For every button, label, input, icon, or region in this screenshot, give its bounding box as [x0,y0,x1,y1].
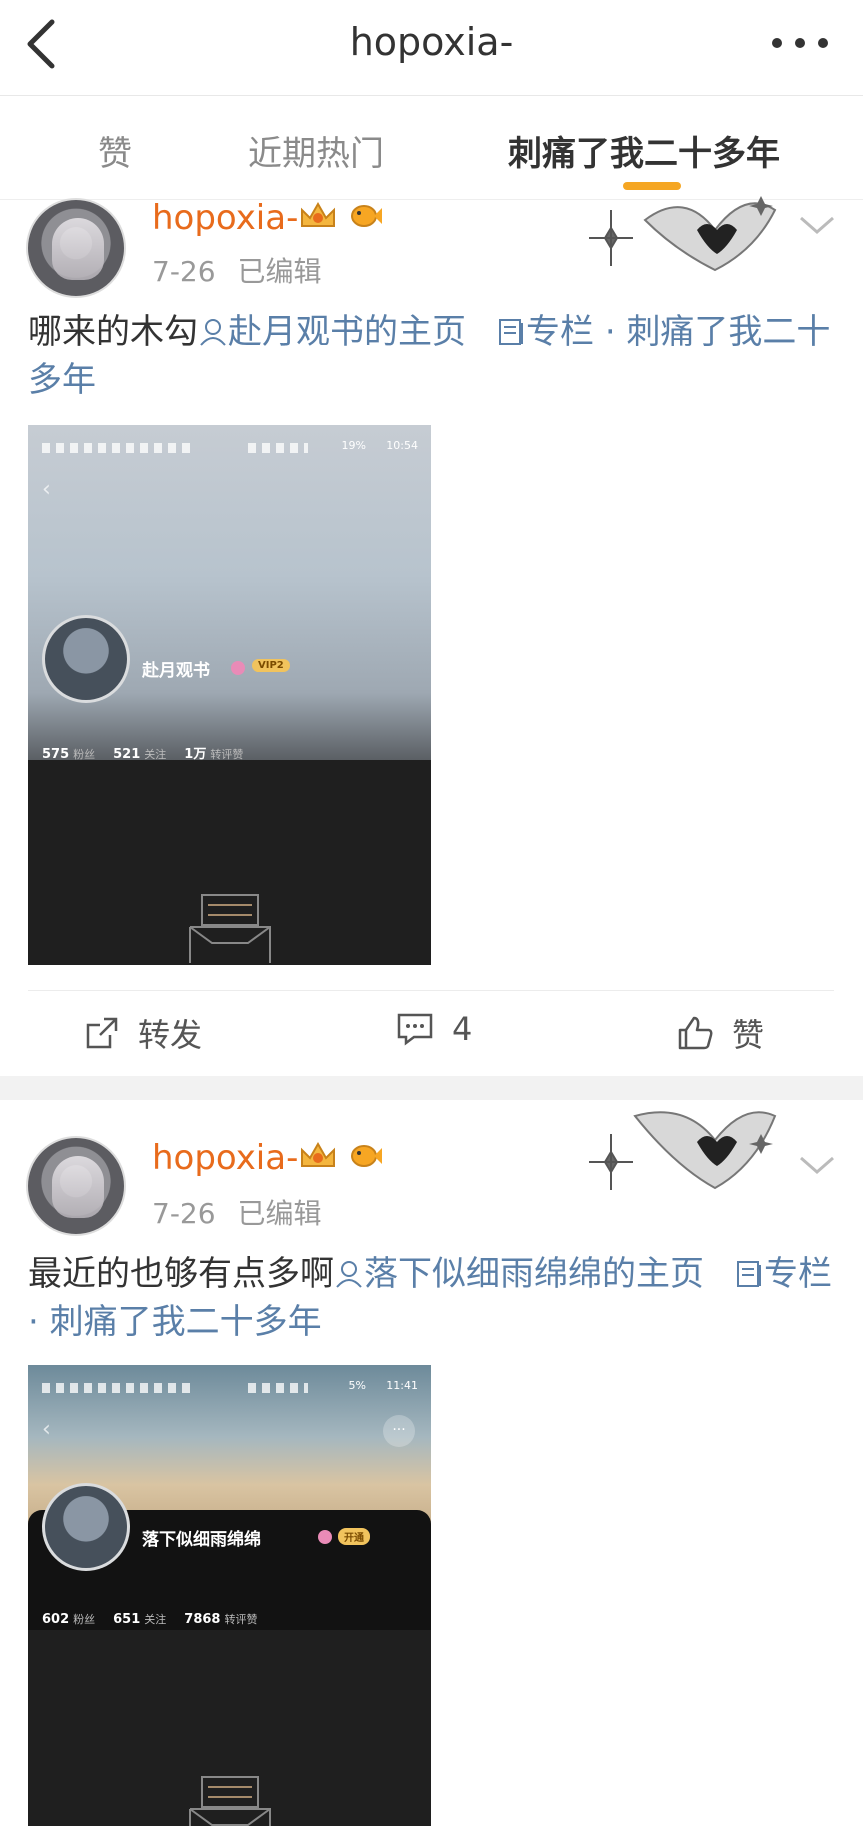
thumb-avatar [42,1483,130,1571]
empty-box-icon [189,1776,271,1826]
repost-button[interactable]: 转发 [84,1010,202,1056]
thumb-avatar [42,615,130,703]
mention-link[interactable]: 赴月观书的主页 [198,312,466,352]
more-button[interactable] [765,26,835,66]
thumb-statusbar: 19% 10:54 [42,439,418,459]
status-icons [42,443,192,453]
tab-recent-hot[interactable]: 近期热门 [248,126,384,175]
post-image[interactable]: 19% 10:54 ‹ 赴月观书 VIP2 575 粉丝 521 关注 1万 转评赞 [28,425,431,965]
avatar[interactable] [26,198,126,298]
pink-badge-icon [318,1530,332,1544]
chevron-down-icon[interactable] [797,210,837,240]
post-text-body: 哪来的木勾 [28,312,198,352]
thumb-cover [28,425,431,760]
post-date: 7-26 [152,255,216,288]
user-icon [200,319,226,346]
thumb-statusbar: 5% 11:41 [42,1379,418,1399]
tab-bar: 赞 近期热门 刺痛了我二十多年 [0,96,863,200]
thumb-stats: 575 粉丝 521 关注 1万 转评赞 [42,743,261,762]
post-text: 最近的也够有点多啊 落下似细雨绵绵的主页 专栏 · 刺痛了我二十多年 [28,1250,834,1346]
chevron-left-icon: ‹ [42,1417,51,1442]
more-dots-icon [772,38,828,48]
column-link-label: 专栏 [764,1254,832,1294]
like-button[interactable]: 赞 [676,1010,764,1056]
edited-label: 已编辑 [237,1197,322,1230]
decorative-heart-card-icon [589,1111,777,1190]
tab-column[interactable]: 刺痛了我二十多年 [508,126,780,175]
post-meta: 7-26 已编辑 [152,1192,322,1232]
column-link-label: 专栏 [526,312,594,352]
stat-label: 转评赞 [210,748,244,761]
status-time: 11:41 [386,1379,418,1392]
decorative-heart-card-icon [589,196,777,272]
edited-label: 已编辑 [237,255,322,288]
post-date: 7-26 [152,1197,216,1230]
battery-level: 5% [348,1379,366,1392]
stat-value: 602 [42,1612,70,1627]
thumb-vip-badge: VIP2 [252,659,290,672]
thumb-profile-name: 赴月观书 [142,661,210,681]
column-icon [499,319,523,345]
avatar[interactable] [26,1136,126,1236]
stat-value: 7868 [184,1612,221,1627]
vip-crown-icon [301,201,335,227]
comment-button[interactable]: 4 [396,1010,472,1048]
stat-value: 521 [113,747,141,762]
stat-value: 1万 [184,747,207,762]
stat-value: 651 [113,1612,141,1627]
post-text-body: 最近的也够有点多啊 [28,1254,334,1294]
fish-badge-icon [351,1145,382,1167]
battery-level: 19% [341,439,366,452]
more-dots-icon: ··· [383,1415,415,1447]
mention-link[interactable]: 落下似细雨绵绵的主页 [334,1254,704,1294]
status-time: 10:54 [386,439,418,452]
divider [28,990,834,991]
stat-label: 粉丝 [73,748,96,761]
thumb-stats: 602 粉丝 651 关注 7868 转评赞 [42,1611,275,1627]
stat-label: 转评赞 [224,1613,258,1626]
column-icon [737,1261,761,1287]
chevron-down-icon[interactable] [797,1150,837,1180]
username[interactable]: hopoxia- [152,1138,298,1178]
repost-label: 转发 [138,1016,203,1054]
status-icons [42,1383,192,1393]
stat-label: 关注 [144,1613,167,1626]
column-name: 刺痛了我二十多年 [49,1302,322,1342]
thumb-vip-badge: 开通 [338,1528,370,1545]
status-icons-right [248,1383,308,1393]
post-image[interactable]: 5% 11:41 ‹ ··· 落下似细雨绵绵 开通 602 粉丝 651 关注 7868… [28,1365,431,1826]
username[interactable]: hopoxia- [152,198,298,238]
stat-label: 粉丝 [73,1613,96,1626]
column-separator: · [604,312,616,352]
post-text: 哪来的木勾 赴月观书的主页 专栏 · 刺痛了我二十多年 [28,308,834,404]
status-icons-right [248,443,308,453]
post-meta: 7-26 已编辑 [152,250,322,290]
empty-box-icon [189,894,271,963]
mention-link-label: 落下似细雨绵绵的主页 [364,1254,704,1294]
share-icon [86,1017,118,1049]
post-separator [0,1076,863,1100]
active-tab-indicator [623,182,681,190]
page-title: hopoxia- [349,20,514,64]
comment-icon [397,1013,433,1046]
comment-count: 4 [452,1010,473,1048]
mention-link-label: 赴月观书的主页 [228,312,466,352]
fish-badge-icon [351,205,382,227]
top-bar: hopoxia- [0,0,863,96]
tab-likes[interactable]: 赞 [98,126,132,175]
chevron-left-icon: ‹ [42,477,51,502]
column-separator: · [28,1302,39,1342]
thumb-profile-name: 落下似细雨绵绵 [142,1530,261,1550]
pink-badge-icon [231,661,245,675]
stat-label: 关注 [144,748,167,761]
like-label: 赞 [732,1016,765,1054]
thumbs-up-icon [678,1016,713,1050]
user-icon [336,1261,362,1288]
post-card: hopoxia- 7-26 已编辑 哪来的木勾 赴月观书的主页 专栏 · 刺痛了我二十… [0,196,863,1076]
stat-value: 575 [42,747,70,762]
post-card: hopoxia- 7-26 已编辑 最近的也够有点多啊 落下似细雨绵绵的主页 专栏 ·… [0,1100,863,1826]
vip-crown-icon [301,1141,335,1167]
